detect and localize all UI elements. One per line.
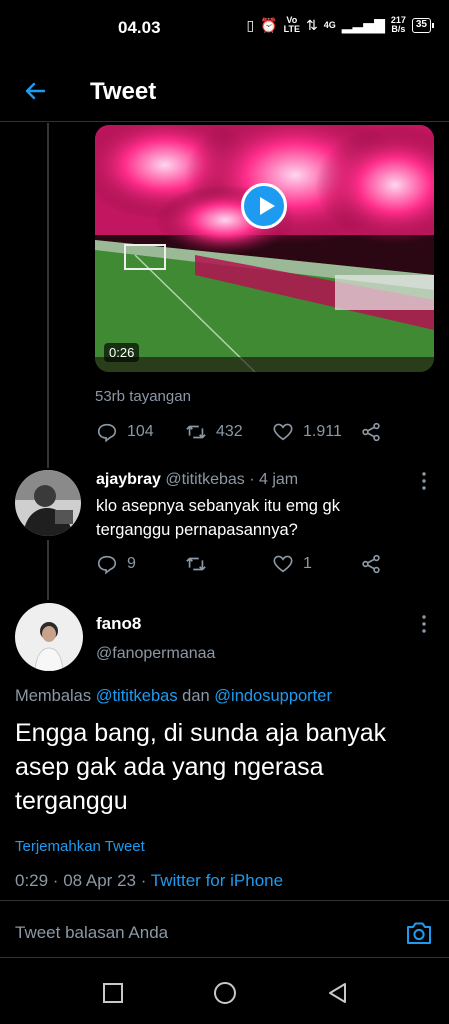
tweet-source-link[interactable]: Twitter for iPhone <box>151 871 283 890</box>
reply-header: ajaybray @tititkebas · 4 jam <box>96 471 298 489</box>
reply-input[interactable]: Tweet balasan Anda <box>15 923 168 943</box>
like-button[interactable]: 1.911 <box>272 421 342 443</box>
volte-label: Vo LTE <box>283 15 301 34</box>
video-duration: 0:26 <box>104 343 140 362</box>
like-count: 1 <box>303 555 312 572</box>
data-arrows-icon: ⇅ <box>306 16 318 33</box>
share-button[interactable] <box>360 421 382 443</box>
status-icons: ▯ ⏰ Vo LTE ⇅ 4G ▂▃▅▇ 217 B/s 35 <box>246 15 435 34</box>
net-speed: 217 B/s <box>390 15 406 34</box>
recents-icon[interactable] <box>102 982 124 1004</box>
reply-count: 104 <box>127 423 154 440</box>
thread-line <box>47 123 49 468</box>
reply-count: 9 <box>127 555 136 572</box>
video-thumbnail <box>95 125 434 372</box>
translate-tweet-link[interactable]: Terjemahkan Tweet <box>15 838 145 855</box>
header: Tweet <box>0 62 449 122</box>
reply-time: · 4 jam <box>249 471 299 488</box>
page-title: Tweet <box>90 78 157 105</box>
like-count: 1.911 <box>303 423 342 440</box>
more-options-icon[interactable] <box>421 471 427 491</box>
reply-text: klo asepnya sebanyak itu emg gk tergangg… <box>96 497 340 539</box>
play-button[interactable] <box>241 183 287 229</box>
retweet-button[interactable]: 432 <box>185 421 243 443</box>
status-time: 04.03 <box>118 18 161 37</box>
system-nav-bar <box>0 960 449 1024</box>
retweet-icon <box>186 425 206 439</box>
camera-icon[interactable] <box>405 920 433 946</box>
reply-author-handle[interactable]: @tititkebas <box>165 471 244 488</box>
replying-mid: dan <box>177 687 215 705</box>
home-icon[interactable] <box>213 981 237 1005</box>
tweet-author-name[interactable]: fano8 <box>96 614 141 634</box>
battery-icon: 35 <box>411 17 435 33</box>
replying-prefix: Membalas <box>15 687 96 705</box>
alarm-icon: ⏰ <box>260 16 278 33</box>
mention-link[interactable]: @indosupporter <box>214 687 332 705</box>
avatar[interactable] <box>15 603 83 671</box>
view-count: 53rb tayangan <box>95 388 191 405</box>
heart-icon <box>273 423 293 441</box>
reply-composer[interactable]: Tweet balasan Anda <box>0 900 449 958</box>
reply-button[interactable]: 104 <box>96 421 154 443</box>
vibrate-icon: ▯ <box>246 16 255 33</box>
share-icon <box>362 422 380 442</box>
retweet-button[interactable] <box>185 553 216 575</box>
back-arrow-icon[interactable] <box>20 76 50 106</box>
status-bar: 04.03 ▯ ⏰ Vo LTE ⇅ 4G ▂▃▅▇ 217 B/s 35 <box>0 0 449 56</box>
tweet-text: Engga bang, di sunda aja banyak asep gak… <box>15 719 387 815</box>
mention-link[interactable]: @tititkebas <box>96 687 178 705</box>
reply-button[interactable]: 9 <box>96 553 136 575</box>
video-player[interactable]: 0:26 <box>95 125 434 372</box>
tweet-timestamp: 0:29 · 08 Apr 23 · <box>15 871 151 890</box>
reply-action-bar: 9 1 <box>0 552 449 576</box>
avatar-image <box>15 603 83 671</box>
share-icon <box>362 554 380 574</box>
tweet-meta: 0:29 · 08 Apr 23 · Twitter for iPhone <box>15 871 283 891</box>
retweet-icon <box>186 557 206 571</box>
avatar-image <box>15 470 81 536</box>
share-button[interactable] <box>360 553 382 575</box>
heart-icon <box>273 555 293 573</box>
reply-icon <box>97 423 117 443</box>
reply-author-name[interactable]: ajaybray <box>96 471 161 488</box>
signal-icon: ▂▃▅▇ <box>341 16 385 33</box>
more-options-icon[interactable] <box>421 614 427 634</box>
avatar[interactable] <box>15 470 81 536</box>
like-button[interactable]: 1 <box>272 553 312 575</box>
tweet-author-handle[interactable]: @fanopermanaa <box>96 645 215 663</box>
reply-icon <box>97 555 117 575</box>
retweet-count: 432 <box>216 423 243 440</box>
network-label: 4G <box>323 19 336 30</box>
replying-to: Membalas @tititkebas dan @indosupporter <box>15 687 332 706</box>
back-nav-icon[interactable] <box>326 982 348 1004</box>
tweet-action-bar: 104 432 1.911 <box>0 420 449 444</box>
